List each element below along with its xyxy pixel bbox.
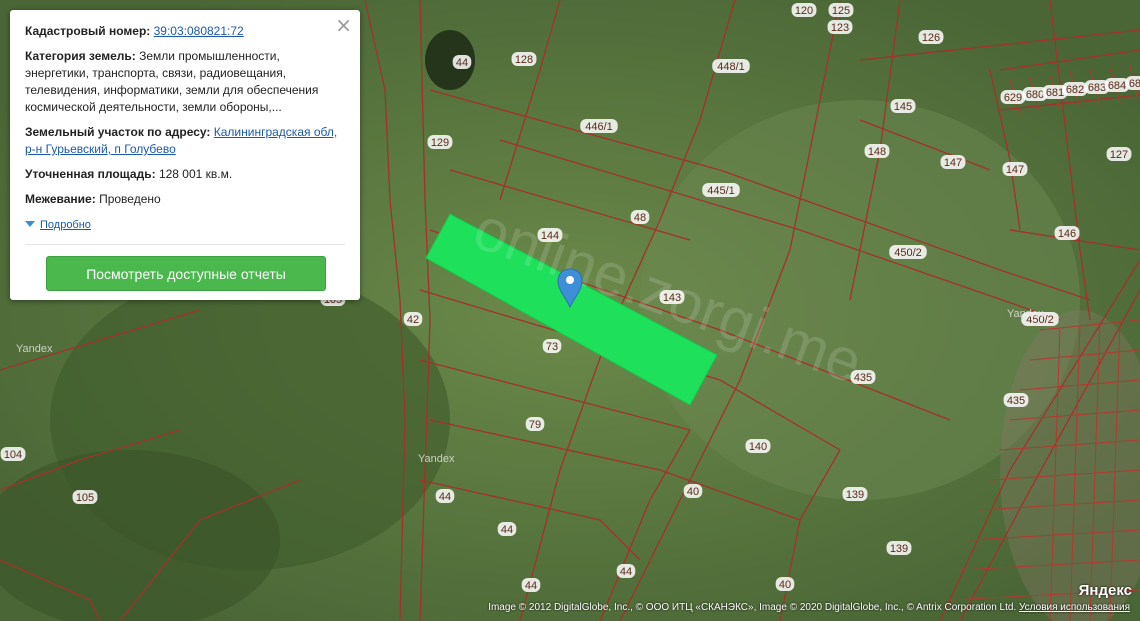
- plot-number-label: 120: [795, 5, 813, 17]
- plot-number-label: 140: [749, 441, 767, 453]
- category-row: Категория земель: Земли промышленности, …: [25, 48, 345, 116]
- survey-row: Межевание: Проведено: [25, 191, 345, 208]
- plot-number-label: 448/1: [717, 61, 745, 73]
- plot-number-label: 143: [663, 292, 681, 304]
- area-row: Уточненная площадь: 128 001 кв.м.: [25, 166, 345, 183]
- plot-number-label: 128: [515, 54, 533, 66]
- plot-number-label: 44: [525, 580, 537, 592]
- more-row[interactable]: Подробно: [25, 216, 345, 234]
- plot-number-label: 73: [546, 341, 558, 353]
- address-label: Земельный участок по адресу:: [25, 125, 211, 139]
- plot-number-label: 682: [1066, 84, 1084, 96]
- plot-number-label: 680: [1026, 89, 1044, 101]
- plot-number-label: 44: [620, 566, 632, 578]
- plot-number-label: 446/1: [585, 121, 613, 133]
- plot-number-label: 146: [1058, 228, 1076, 240]
- plot-number-label: 147: [944, 157, 962, 169]
- plot-number-label: 129: [431, 137, 449, 149]
- plot-number-label: 40: [779, 579, 791, 591]
- plot-number-label: 684: [1108, 80, 1126, 92]
- plot-number-label: 139: [890, 543, 908, 555]
- map-copyright: Image © 2012 DigitalGlobe, Inc., © ООО И…: [488, 602, 1130, 613]
- plot-number-label: 48: [634, 212, 646, 224]
- plot-number-label: 681: [1046, 87, 1064, 99]
- plot-number-label: 683: [1088, 82, 1106, 94]
- plot-number-label: 126: [922, 32, 940, 44]
- plot-number-label: 685: [1129, 78, 1140, 90]
- category-label: Категория земель:: [25, 49, 136, 63]
- view-reports-button[interactable]: Посмотреть доступные отчеты: [46, 256, 326, 291]
- parcel-info-popup: × Кадастровый номер: 39:03:080821:72 Кат…: [10, 10, 360, 300]
- provider-label: Yandex: [1007, 308, 1044, 320]
- plot-number-label: 450/2: [894, 247, 922, 259]
- provider-label: Yandex: [418, 453, 455, 465]
- plot-number-label: 105: [76, 492, 94, 504]
- cadastral-row: Кадастровый номер: 39:03:080821:72: [25, 23, 345, 40]
- plot-number-label: 445/1: [707, 185, 735, 197]
- plot-number-label: 79: [529, 419, 541, 431]
- more-details-link[interactable]: Подробно: [40, 219, 91, 231]
- plot-number-label: 127: [1110, 149, 1128, 161]
- survey-label: Межевание:: [25, 192, 96, 206]
- plot-number-label: 42: [407, 314, 419, 326]
- plot-number-label: 44: [456, 57, 468, 69]
- provider-label: Yandex: [16, 343, 53, 355]
- plot-number-label: 104: [4, 449, 22, 461]
- cadastral-label: Кадастровый номер:: [25, 24, 151, 38]
- plot-number-label: 147: [1006, 164, 1024, 176]
- plot-number-label: 44: [439, 491, 451, 503]
- area-value: 128 001 кв.м.: [158, 167, 233, 181]
- copyright-text: Image © 2012 DigitalGlobe, Inc., © ООО И…: [488, 602, 1017, 613]
- terms-link[interactable]: Условия использования: [1019, 602, 1130, 613]
- plot-number-label: 144: [541, 230, 559, 242]
- popup-divider: [25, 244, 345, 245]
- area-label: Уточненная площадь:: [25, 167, 156, 181]
- plot-number-label: 123: [831, 22, 849, 34]
- plot-number-label: 629: [1004, 92, 1022, 104]
- yandex-logo: Яндекс: [1078, 582, 1132, 599]
- plot-number-label: 145: [894, 101, 912, 113]
- popup-content: Кадастровый номер: 39:03:080821:72 Катег…: [25, 23, 345, 242]
- plot-number-label: 40: [687, 486, 699, 498]
- plot-number-label: 125: [832, 5, 850, 17]
- cadastral-number-link[interactable]: 39:03:080821:72: [154, 24, 244, 38]
- plot-number-label: 44: [501, 524, 513, 536]
- plot-number-label: 435: [854, 372, 872, 384]
- plot-number-label: 148: [868, 146, 886, 158]
- plot-number-label: 139: [846, 489, 864, 501]
- survey-value: Проведено: [99, 192, 161, 206]
- chevron-down-icon: [25, 221, 35, 227]
- address-row: Земельный участок по адресу: Калининград…: [25, 124, 345, 158]
- plot-number-label: 435: [1007, 395, 1025, 407]
